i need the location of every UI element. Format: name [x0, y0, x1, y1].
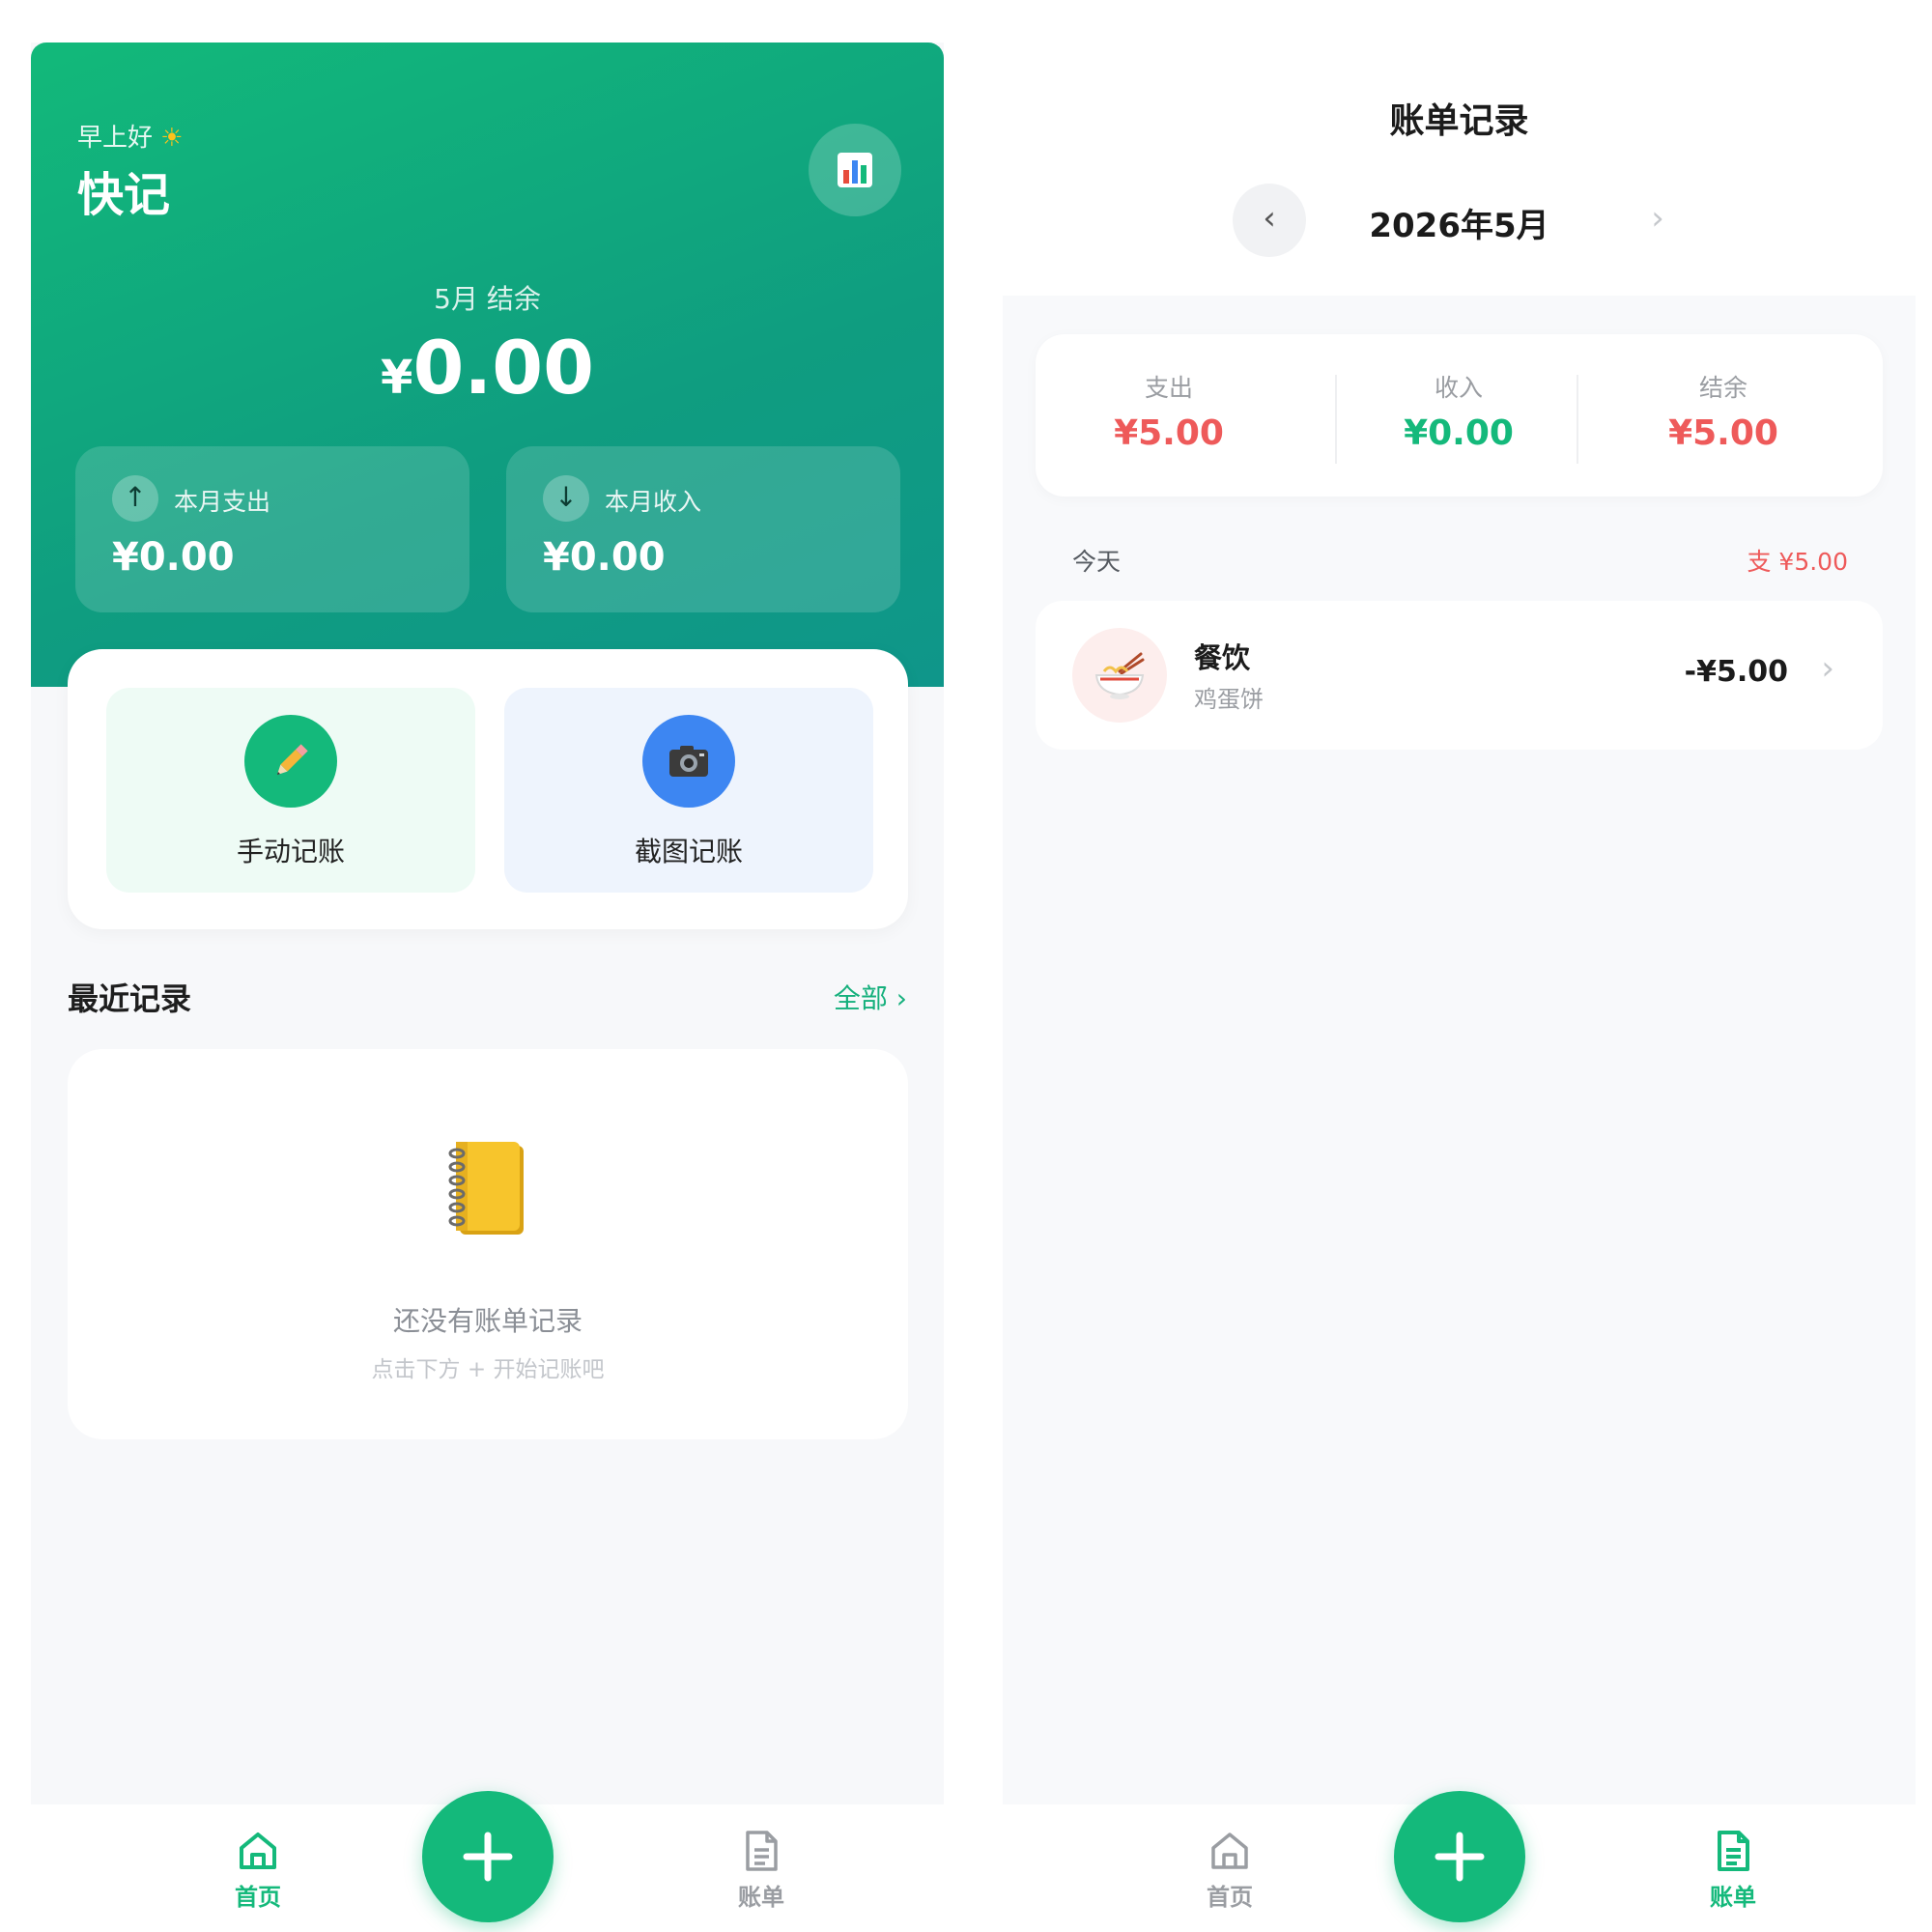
summary-divider [1577, 375, 1578, 464]
arrow-up-icon: ↑ [112, 475, 158, 522]
bill-category: 餐饮 [1194, 641, 1251, 674]
screenshot-entry-icon-circle [642, 715, 735, 808]
day-group-label: 今天 [1072, 548, 1122, 576]
current-month[interactable]: 2026年5月 [1003, 199, 1916, 246]
summary-balance: 结余 ¥5.00 [1592, 334, 1855, 497]
home-screen: 早上好 ☀ 快记 5月 结余 ¥0.00 ↑ 本月支出 ¥0.00 ↓ 本月收入… [31, 43, 944, 1932]
quick-actions-panel: 手动记账 截图记账 [68, 649, 908, 929]
recent-records-title: 最近记录 [68, 980, 192, 1017]
tab-home-label: 首页 [235, 1884, 281, 1911]
noodle-bowl-icon [1094, 652, 1145, 699]
screenshot-entry-button[interactable]: 截图记账 [504, 688, 873, 893]
monthly-income-label: 本月收入 [605, 488, 702, 516]
category-icon-circle [1072, 628, 1167, 723]
monthly-expense-card[interactable]: ↑ 本月支出 ¥0.00 [75, 446, 469, 612]
day-group-total: 支 ¥5.00 [1747, 548, 1848, 576]
bill-document-icon [1718, 1831, 1749, 1871]
empty-state-title: 还没有账单记录 [392, 1305, 582, 1337]
tab-home-label: 首页 [1207, 1884, 1253, 1911]
greeting: 早上好 ☀ [77, 118, 184, 154]
greeting-text: 早上好 [77, 124, 154, 153]
balance-value: ¥0.00 [31, 325, 944, 411]
manual-entry-label: 手动记账 [236, 836, 345, 867]
home-icon [240, 1833, 276, 1869]
summary-income-value: ¥0.00 [1404, 413, 1514, 453]
monthly-expense-label: 本月支出 [174, 488, 271, 516]
arrow-down-icon: ↓ [543, 475, 589, 522]
tab-bills[interactable]: 账单 [1675, 1828, 1791, 1912]
balance-number: 0.00 [412, 325, 594, 411]
bill-row[interactable]: 餐饮 鸡蛋饼 -¥5.00 › [1036, 601, 1883, 750]
tab-home[interactable]: 首页 [1172, 1828, 1288, 1912]
empty-state-subtitle: 点击下方 + 开始记账吧 [371, 1357, 605, 1382]
see-all-link[interactable]: 全部 › [834, 978, 907, 1016]
manual-entry-button[interactable]: 手动记账 [106, 688, 475, 893]
bills-header: 账单记录 ‹ 2026年5月 › [1003, 43, 1916, 296]
tab-home[interactable]: 首页 [200, 1828, 316, 1912]
sun-icon: ☀ [160, 124, 184, 153]
balance-currency: ¥ [381, 351, 413, 405]
add-record-button[interactable] [1394, 1791, 1525, 1922]
summary-expense: 支出 ¥5.00 [1037, 334, 1300, 497]
camera-icon [669, 746, 708, 777]
bill-note: 鸡蛋饼 [1194, 686, 1264, 713]
bill-amount: -¥5.00 [1684, 655, 1788, 689]
balance-hero: 早上好 ☀ 快记 5月 结余 ¥0.00 ↑ 本月支出 ¥0.00 ↓ 本月收入… [31, 43, 944, 687]
summary-balance-label: 结余 [1698, 374, 1747, 402]
next-month-button[interactable]: › [1621, 184, 1694, 257]
monthly-expense-value: ¥0.00 [112, 535, 235, 580]
home-icon [1211, 1833, 1248, 1869]
tab-bills-label: 账单 [738, 1884, 784, 1911]
bill-document-icon [746, 1831, 778, 1871]
monthly-summary-card: 支出 ¥5.00 收入 ¥0.00 结余 ¥5.00 [1036, 334, 1883, 497]
balance-label: 5月 结余 [434, 283, 541, 315]
screenshot-entry-label: 截图记账 [634, 836, 743, 867]
notebook-icon [448, 1142, 524, 1235]
monthly-income-card[interactable]: ↓ 本月收入 ¥0.00 [506, 446, 900, 612]
statistics-button[interactable] [809, 124, 901, 216]
chevron-right-icon: › [1821, 649, 1834, 688]
tab-bills[interactable]: 账单 [703, 1828, 819, 1912]
summary-expense-value: ¥5.00 [1114, 413, 1224, 453]
add-record-button[interactable] [422, 1791, 554, 1922]
summary-income: 收入 ¥0.00 [1327, 334, 1590, 497]
plus-icon [1435, 1832, 1485, 1882]
bar-chart-icon [838, 153, 872, 187]
summary-income-label: 收入 [1434, 374, 1483, 402]
page-title: 账单记录 [1389, 101, 1529, 141]
summary-expense-label: 支出 [1144, 374, 1193, 402]
summary-balance-value: ¥5.00 [1668, 413, 1778, 453]
bills-screen: 账单记录 ‹ 2026年5月 › 支出 ¥5.00 收入 ¥0.00 结余 ¥5… [1003, 43, 1916, 1932]
manual-entry-icon-circle [244, 715, 337, 808]
empty-state-card: 还没有账单记录 点击下方 + 开始记账吧 [68, 1049, 908, 1439]
plus-icon [463, 1832, 513, 1882]
monthly-income-value: ¥0.00 [543, 535, 666, 580]
tab-bills-label: 账单 [1710, 1884, 1756, 1911]
pencil-icon [276, 744, 308, 776]
app-name: 快记 [77, 168, 171, 222]
